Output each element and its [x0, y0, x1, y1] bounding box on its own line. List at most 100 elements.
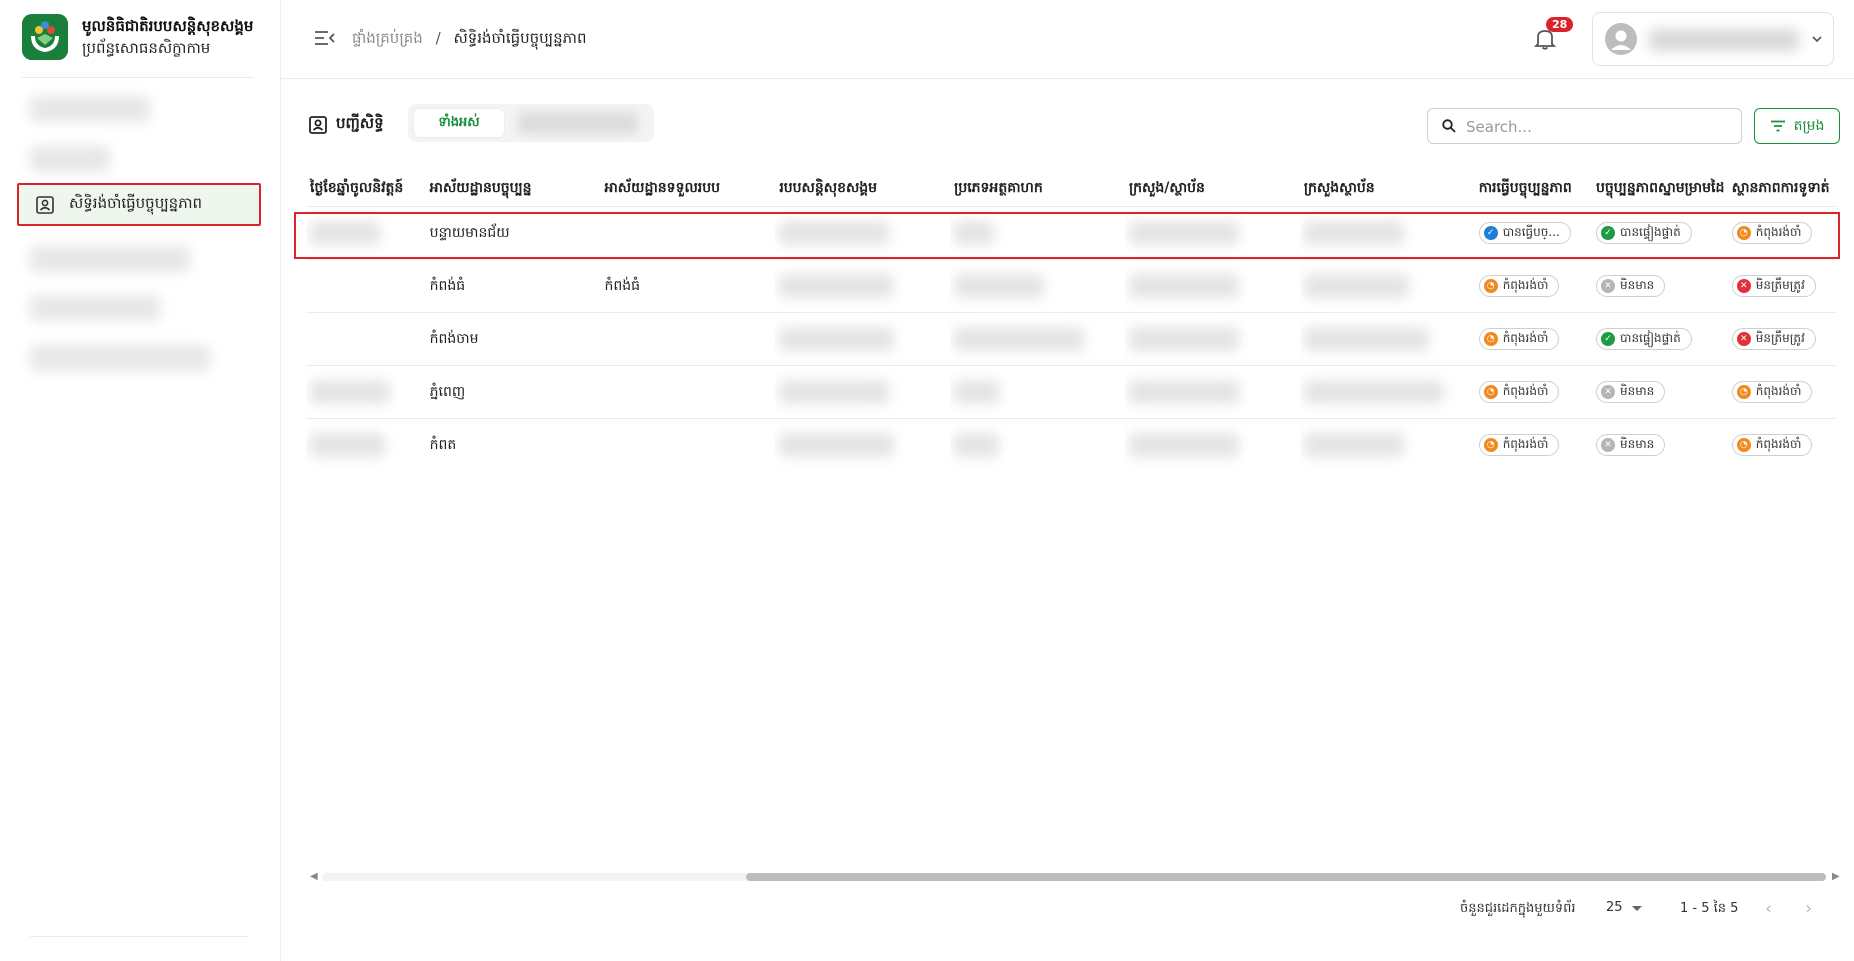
- status-badge: ◔ កំពុងរង់ចាំ: [1731, 434, 1813, 456]
- status-badge: ✓ បានផ្ទៀងផ្ទាត់: [1596, 328, 1692, 350]
- filter-button[interactable]: តម្រង: [1754, 108, 1840, 144]
- redacted-cell: [779, 221, 890, 245]
- rows-per-page-label: ចំនួនជួរដេកក្នុងមួយទំព័រ: [1460, 901, 1576, 916]
- cell-current-address: បន្ទាយមានជ័យ: [425, 206, 601, 260]
- status-badge: ✕ មិនមាន: [1596, 434, 1666, 456]
- close-icon: ✕: [1601, 279, 1616, 293]
- search-box: [1427, 108, 1742, 144]
- redacted-cell: [1129, 380, 1239, 404]
- table-row[interactable]: កំពត ◔ កំពុងរង់ចាំ ✕ មិនមាន ◔ កំពុងរង់ចាំ: [306, 418, 1836, 471]
- redacted-cell: [1129, 433, 1239, 457]
- cell-receive-address: [600, 418, 776, 471]
- horizontal-scrollbar[interactable]: ◀ ▶: [306, 870, 1840, 884]
- caret-down-icon[interactable]: [1632, 906, 1642, 911]
- rows-per-page-select[interactable]: 25: [1606, 900, 1623, 915]
- redacted-cell: [779, 433, 895, 457]
- notification-badge: 28: [1546, 17, 1574, 32]
- status-badge: ✕ មិនមាន: [1596, 381, 1666, 403]
- col-header-fingerprint-status[interactable]: បច្ចុប្បន្នភាពស្នាមម្រាមដៃ: [1592, 170, 1728, 207]
- cell-current-address: កំពង់ធំ: [425, 259, 601, 313]
- scroll-left-arrow-icon[interactable]: ◀: [310, 871, 318, 882]
- verified-badge-icon: ✓: [1601, 226, 1616, 240]
- close-icon: ✕: [1601, 385, 1616, 399]
- clock-icon: ◔: [1736, 438, 1751, 452]
- table-row[interactable]: កំពង់ធំ កំពង់ធំ ◔ កំពុងរង់ចាំ ✕ មិនមាន ✕ មិ…: [306, 259, 1836, 313]
- check-icon: ✓: [1483, 226, 1498, 240]
- brand-title: មូលនិធិជាតិរបបសន្តិសុខសង្គម: [82, 17, 254, 35]
- status-badge: ◔ កំពុងរង់ចាំ: [1478, 381, 1560, 403]
- scroll-right-arrow-icon[interactable]: ▶: [1832, 871, 1840, 882]
- redacted-cell: [1303, 327, 1429, 351]
- cell-current-address: កំពត: [425, 418, 601, 471]
- sidebar-item-pending-updates[interactable]: សិទ្ធិរង់ចាំធ្វើបច្ចុប្បន្នភាព: [17, 183, 261, 226]
- pagination: ចំនួនជួរដេកក្នុងមួយទំព័រ 25 1 - 5 នៃ 5 ‹…: [1460, 898, 1840, 922]
- list-title: បញ្ជីសិទ្ធិ: [308, 114, 384, 136]
- close-icon: ✕: [1736, 332, 1751, 346]
- clock-icon: ◔: [1483, 332, 1498, 346]
- redacted-cell: [1303, 221, 1404, 245]
- table-row[interactable]: កំពង់ចាម ◔ កំពុងរង់ចាំ ✓ បានផ្ទៀងផ្ទាត់ ✕ ម…: [306, 312, 1836, 366]
- status-badge: ✓ បានធ្វើបច្...: [1478, 222, 1571, 244]
- col-header-social-security-scheme[interactable]: របបសន្តិសុខសង្គម: [775, 170, 950, 207]
- col-header-ministry[interactable]: ក្រសួងស្ថាប័ន: [1300, 170, 1475, 207]
- redacted-cell: [779, 327, 895, 351]
- contact-card-icon: [36, 195, 54, 214]
- sidebar-item-redacted-1[interactable]: [30, 96, 150, 122]
- redacted-cell: [1129, 274, 1239, 298]
- table-row[interactable]: បន្ទាយមានជ័យ ✓ បានធ្វើបច្... ✓ បានផ្ទៀងផ្ទ…: [306, 206, 1836, 260]
- breadcrumb-separator: /: [435, 29, 441, 47]
- avatar: [1605, 23, 1637, 55]
- cell-current-address: ភ្នំពេញ: [425, 365, 601, 419]
- col-header-retirement-date[interactable]: ថ្ងៃខែឆ្នាំចូលនិវត្តន៍: [306, 170, 426, 207]
- clock-icon: ◔: [1736, 385, 1751, 399]
- sidebar: មូលនិធិជាតិរបបសន្តិសុខសង្គម ប្រព័ន្ធសោធន…: [0, 0, 281, 961]
- col-header-update-status[interactable]: ការធ្វើបច្ចុប្បន្នភាព: [1475, 170, 1592, 207]
- chevron-left-icon[interactable]: ‹: [1765, 898, 1772, 919]
- page-range: 1 - 5 នៃ 5: [1680, 901, 1739, 916]
- sidebar-bottom-divider: [30, 936, 248, 937]
- breadcrumb-current: សិទ្ធិរង់ចាំធ្វើបច្ចុប្បន្នភាព: [453, 29, 587, 47]
- user-menu[interactable]: [1592, 12, 1834, 66]
- tab-all[interactable]: ទាំងអស់: [414, 109, 504, 137]
- table-header-row: ថ្ងៃខែឆ្នាំចូលនិវត្តន៍ អាស័យដ្ឋានបច្ចុប្…: [306, 170, 1836, 207]
- sidebar-item-redacted-2[interactable]: [30, 146, 110, 172]
- search-icon: [1442, 119, 1456, 133]
- brand-subtitle: ប្រព័ន្ធសោធនសិក្ខាកាម: [82, 39, 211, 57]
- status-tabs: ទាំងអស់: [408, 104, 654, 142]
- sidebar-item-redacted-3[interactable]: [30, 246, 190, 272]
- sidebar-item-redacted-4[interactable]: [30, 295, 160, 321]
- redacted-cell: [779, 274, 895, 298]
- breadcrumb: ផ្ទាំងគ្រប់គ្រង / សិទ្ធិរង់ចាំធ្វើបច្ចុប…: [352, 29, 586, 51]
- close-icon: ✕: [1601, 438, 1616, 452]
- clock-icon: ◔: [1483, 438, 1498, 452]
- table-row[interactable]: ភ្នំពេញ ◔ កំពុងរង់ចាំ ✕ មិនមាន ◔ កំពុងរង់ចា…: [306, 365, 1836, 419]
- sidebar-item-redacted-5[interactable]: [30, 345, 210, 371]
- redacted-cell: [954, 433, 1000, 457]
- chevron-down-icon[interactable]: [1811, 33, 1823, 45]
- rights-table: ថ្ងៃខែឆ្នាំចូលនិវត្តន៍ អាស័យដ្ឋានបច្ចុប្…: [306, 170, 1836, 471]
- cell-receive-address: [600, 312, 776, 366]
- redacted-cell: [954, 274, 1045, 298]
- contact-card-icon: [309, 116, 327, 134]
- status-badge: ◔ កំពុងរង់ចាំ: [1478, 328, 1560, 350]
- search-input[interactable]: [1464, 115, 1728, 139]
- tab-redacted[interactable]: [518, 112, 638, 134]
- col-header-payment-status[interactable]: ស្ថានភាពការទូទាត់: [1728, 170, 1836, 207]
- col-header-current-address[interactable]: អាស័យដ្ឋានបច្ចុប្បន្ន: [426, 170, 601, 207]
- clock-icon: ◔: [1483, 279, 1498, 293]
- collapse-menu-icon[interactable]: [314, 30, 336, 46]
- clock-icon: ◔: [1483, 385, 1498, 399]
- col-header-beneficiary-type[interactable]: ប្រភេទអត្ថគាហក: [950, 170, 1125, 207]
- col-header-receive-address[interactable]: អាស័យដ្ឋានទទួលរបប: [600, 170, 775, 207]
- verified-badge-icon: ✓: [1601, 332, 1616, 346]
- redacted-cell: [954, 327, 1085, 351]
- scrollbar-thumb[interactable]: [746, 873, 1826, 881]
- top-header: ផ្ទាំងគ្រប់គ្រង / សិទ្ធិរង់ចាំធ្វើបច្ចុប…: [280, 0, 1854, 79]
- status-badge: ✕ មិនត្រឹមត្រូវ: [1731, 328, 1816, 350]
- filter-icon: [1770, 120, 1785, 132]
- filter-label: តម្រង: [1793, 117, 1825, 134]
- chevron-right-icon[interactable]: ›: [1805, 898, 1812, 919]
- col-header-ministry-institution[interactable]: ក្រសួង/ស្ថាប័ន: [1125, 170, 1300, 207]
- breadcrumb-root[interactable]: ផ្ទាំងគ្រប់គ្រង: [352, 29, 423, 47]
- data-table-container: ថ្ងៃខែឆ្នាំចូលនិវត្តន៍ អាស័យដ្ឋានបច្ចុប្…: [280, 170, 1840, 880]
